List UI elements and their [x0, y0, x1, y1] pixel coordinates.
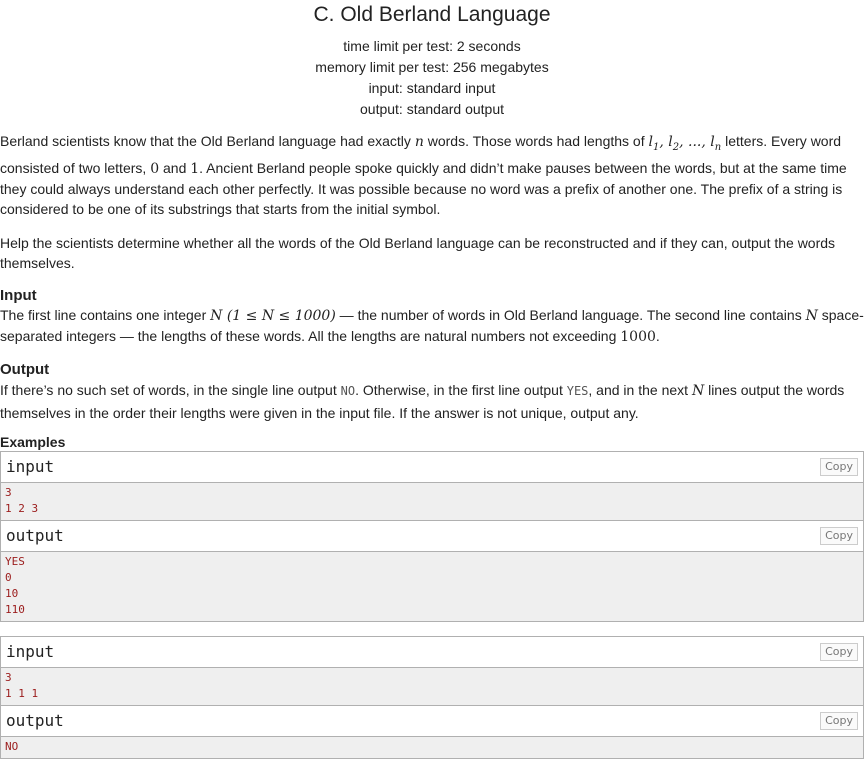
code-yes: YES	[566, 383, 589, 398]
output-section-title: Output	[0, 360, 50, 378]
output-line: 110	[5, 602, 25, 616]
input-spec-text: The first line contains one integer N (1…	[0, 305, 864, 347]
input-file: input: standard input	[368, 80, 496, 96]
input-section-title: Input	[0, 286, 37, 304]
example-input-header: input Copy	[1, 451, 863, 483]
output-spec-text-b: . Otherwise, in the first line output	[355, 381, 567, 398]
output-line: YES	[5, 554, 25, 568]
math-N: N	[691, 382, 705, 399]
example-output-body[interactable]: NO	[1, 736, 863, 758]
copy-button[interactable]: Copy	[820, 526, 858, 545]
example-input-body[interactable]: 3 1 1 1	[1, 667, 863, 706]
output-specification: Output If there’s no such set of words, …	[0, 361, 864, 424]
examples-title: Examples	[0, 433, 66, 450]
output-spec-text-c: , and in the next	[588, 381, 692, 398]
example-2: input Copy 3 1 1 1 output Copy NO	[0, 635, 864, 759]
math-n: n	[414, 134, 424, 150]
code-no: NO	[340, 383, 356, 398]
example-input-label: input	[6, 641, 55, 661]
memory-limit: memory limit per test: 256 megabytes	[315, 59, 549, 75]
input-specification: Input The first line contains one intege…	[0, 287, 864, 347]
output-file: output: standard output	[360, 101, 504, 117]
example-1: input Copy 3 1 2 3 output Copy YES 0 10 110	[0, 450, 864, 622]
example-input-body[interactable]: 3 1 2 3	[1, 482, 863, 521]
copy-button[interactable]: Copy	[820, 457, 858, 476]
output-spec-text: If there’s no such set of words, in the …	[0, 379, 864, 424]
math-zero: 0	[150, 160, 160, 177]
example-output-header: output Copy	[1, 705, 863, 737]
math-lengths: l1, l2, ..., ln	[648, 134, 722, 153]
legend-paragraph-2: Help the scientists determine whether al…	[0, 234, 836, 271]
examples-section: Examples input Copy 3 1 2 3 output Copy Y…	[0, 433, 864, 759]
example-output-body[interactable]: YES 0 10 110	[1, 551, 863, 621]
statement-text: Berland scientists know that the Old Ber…	[0, 133, 415, 149]
legend-paragraph-1: Berland scientists know that the Old Ber…	[0, 131, 864, 219]
input-spec-text-b: — the number of words in Old Berland lan…	[335, 306, 806, 323]
math-N: N	[805, 307, 818, 324]
math-one: 1	[190, 160, 200, 177]
output-line: 10	[5, 586, 19, 600]
problem-title: C. Old Berland Language	[313, 3, 551, 26]
problem-statement: Berland scientists know that the Old Ber…	[0, 131, 864, 424]
example-input-header: input Copy	[1, 636, 863, 668]
example-output-label: output	[6, 710, 64, 730]
math-constraint: N (1 ≤ N ≤ 1000)	[210, 307, 336, 324]
input-line: 3	[5, 485, 12, 499]
input-line: 1 2 3	[5, 501, 39, 515]
problem-header: C. Old Berland Language time limit per t…	[0, 0, 864, 120]
output-line: NO	[5, 739, 19, 753]
input-line: 3	[5, 670, 12, 684]
example-input-label: input	[6, 456, 55, 476]
example-output-label: output	[6, 525, 64, 545]
math-limit: 1000	[620, 328, 656, 345]
statement-text: and	[159, 159, 191, 176]
input-line: 1 1 1	[5, 686, 39, 700]
time-limit: time limit per test: 2 seconds	[343, 38, 521, 54]
copy-button[interactable]: Copy	[820, 711, 858, 730]
input-spec-text-d: .	[655, 327, 660, 344]
copy-button[interactable]: Copy	[820, 642, 858, 661]
input-spec-text-a: The first line contains one integer	[0, 306, 211, 323]
statement-text: words. Those words had lengths of	[423, 133, 649, 149]
example-output-header: output Copy	[1, 520, 863, 552]
output-line: 0	[5, 570, 12, 584]
output-spec-text-a: If there’s no such set of words, in the …	[0, 381, 341, 398]
